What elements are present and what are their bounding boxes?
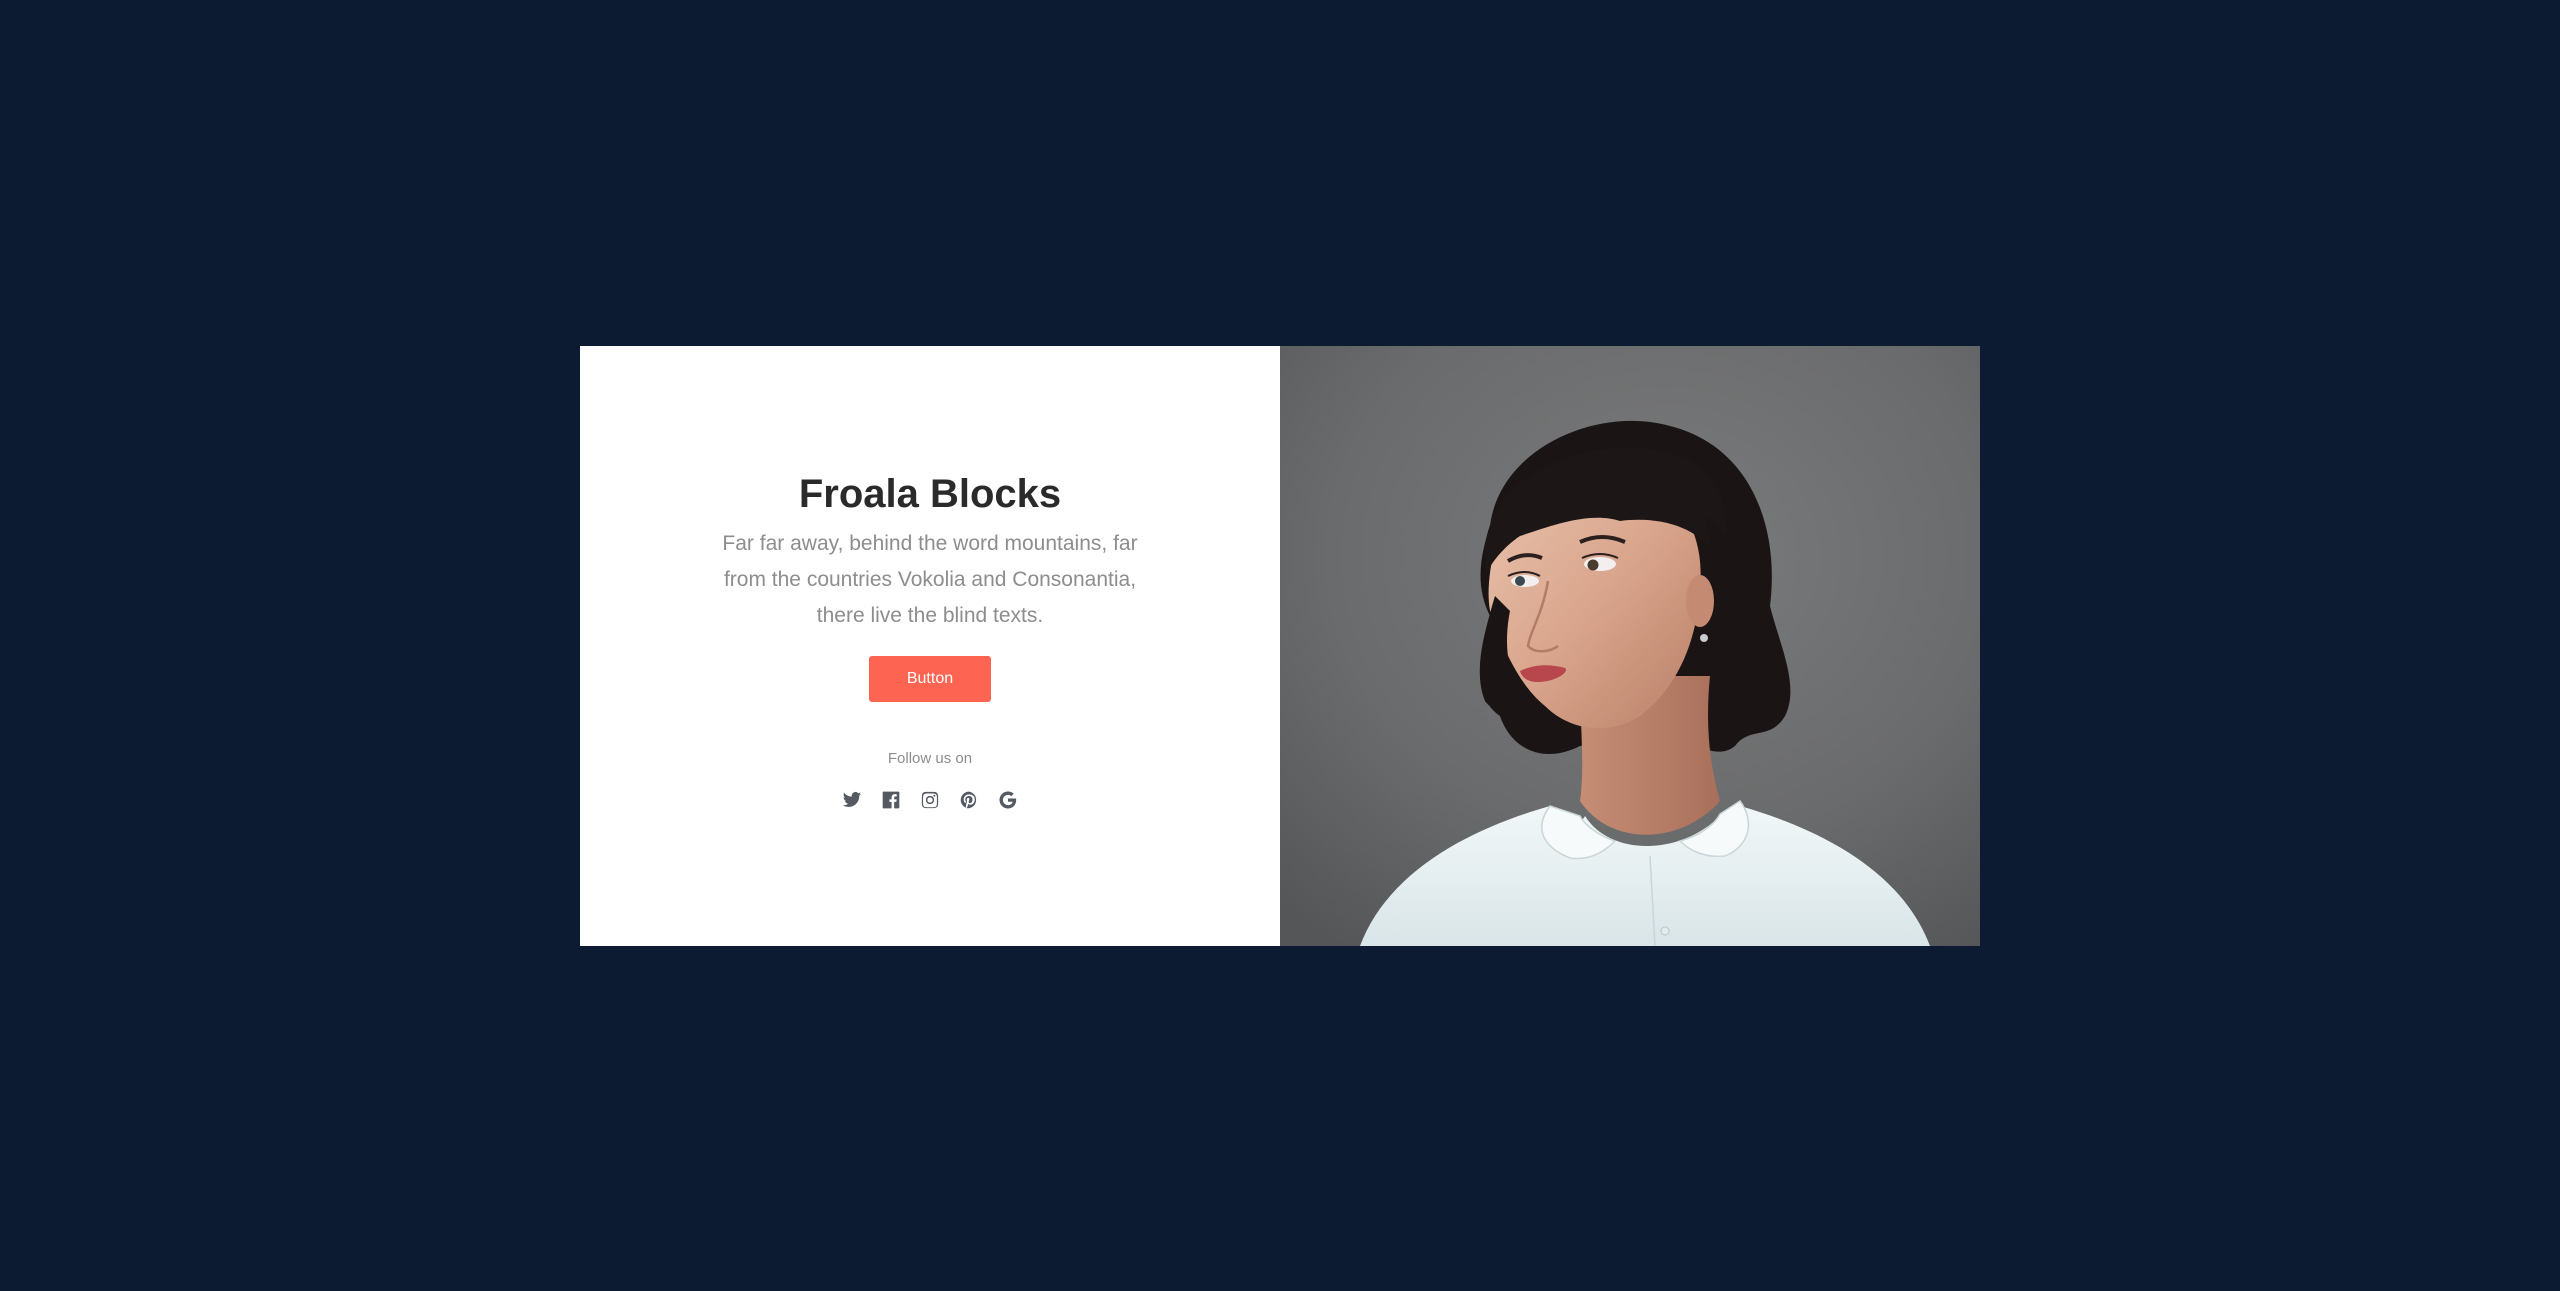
facebook-icon[interactable]	[881, 789, 902, 810]
twitter-icon[interactable]	[842, 789, 863, 810]
instagram-icon[interactable]	[920, 789, 941, 810]
cta-button[interactable]: Button	[869, 656, 991, 702]
woman-portrait-image	[1280, 346, 1980, 946]
hero-content-panel: Froala Blocks Far far away, behind the w…	[580, 346, 1280, 946]
social-links	[842, 789, 1019, 810]
google-icon[interactable]	[998, 789, 1019, 810]
hero-card: Froala Blocks Far far away, behind the w…	[580, 346, 1980, 946]
pinterest-icon[interactable]	[959, 789, 980, 810]
hero-description: Far far away, behind the word mountains,…	[722, 532, 1138, 627]
follow-us-label: Follow us on	[887, 750, 973, 767]
hero-title: Froala Blocks	[798, 472, 1062, 516]
portrait-photo	[1280, 346, 1980, 946]
